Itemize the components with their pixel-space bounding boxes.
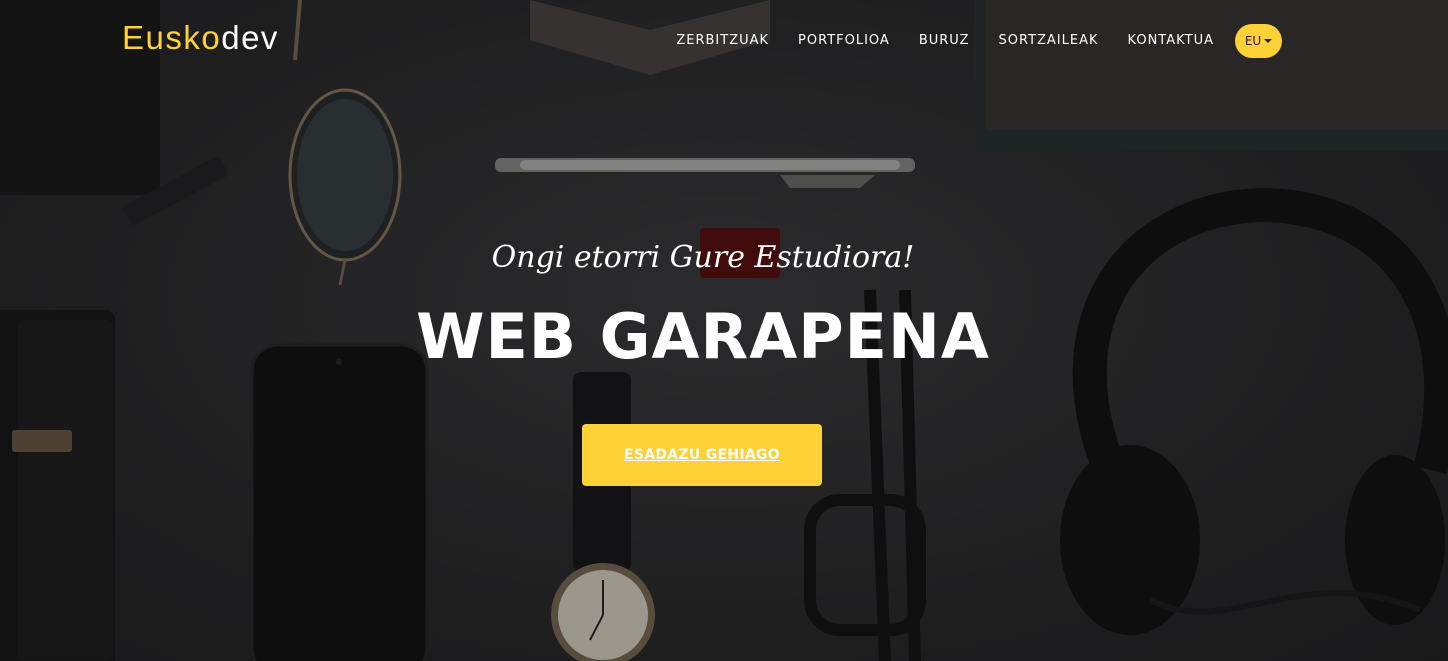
language-dropdown[interactable]: EU bbox=[1235, 24, 1282, 58]
hero-intro: Ongi etorri Gure Estudiora! WEB GARAPENA bbox=[0, 236, 1406, 374]
nav-item-buruz[interactable]: BURUZ bbox=[919, 32, 970, 50]
tell-me-more-button[interactable]: ESADAZU GEHIAGO bbox=[582, 424, 822, 486]
hero-heading: WEB GARAPENA bbox=[416, 300, 990, 373]
nav-item-portfolioa[interactable]: PORTFOLIOA bbox=[798, 32, 890, 50]
language-label: EU bbox=[1244, 34, 1262, 48]
hero-lead: Ongi etorri Gure Estudiora! bbox=[491, 240, 915, 275]
nav-item-sortzaileak[interactable]: SORTZAILEAK bbox=[999, 32, 1099, 50]
brand-logo[interactable]: Euskodev bbox=[122, 19, 279, 57]
nav-menu: ZERBITZUAK PORTFOLIOA BURUZ SORTZAILEAK … bbox=[676, 32, 1214, 50]
nav-item-zerbitzuak[interactable]: ZERBITZUAK bbox=[676, 32, 769, 50]
caret-down-icon bbox=[1264, 39, 1273, 43]
nav-item-kontaktua[interactable]: KONTAKTUA bbox=[1128, 32, 1214, 50]
navbar: Euskodev ZERBITZUAK PORTFOLIOA BURUZ SOR… bbox=[0, 0, 1448, 82]
